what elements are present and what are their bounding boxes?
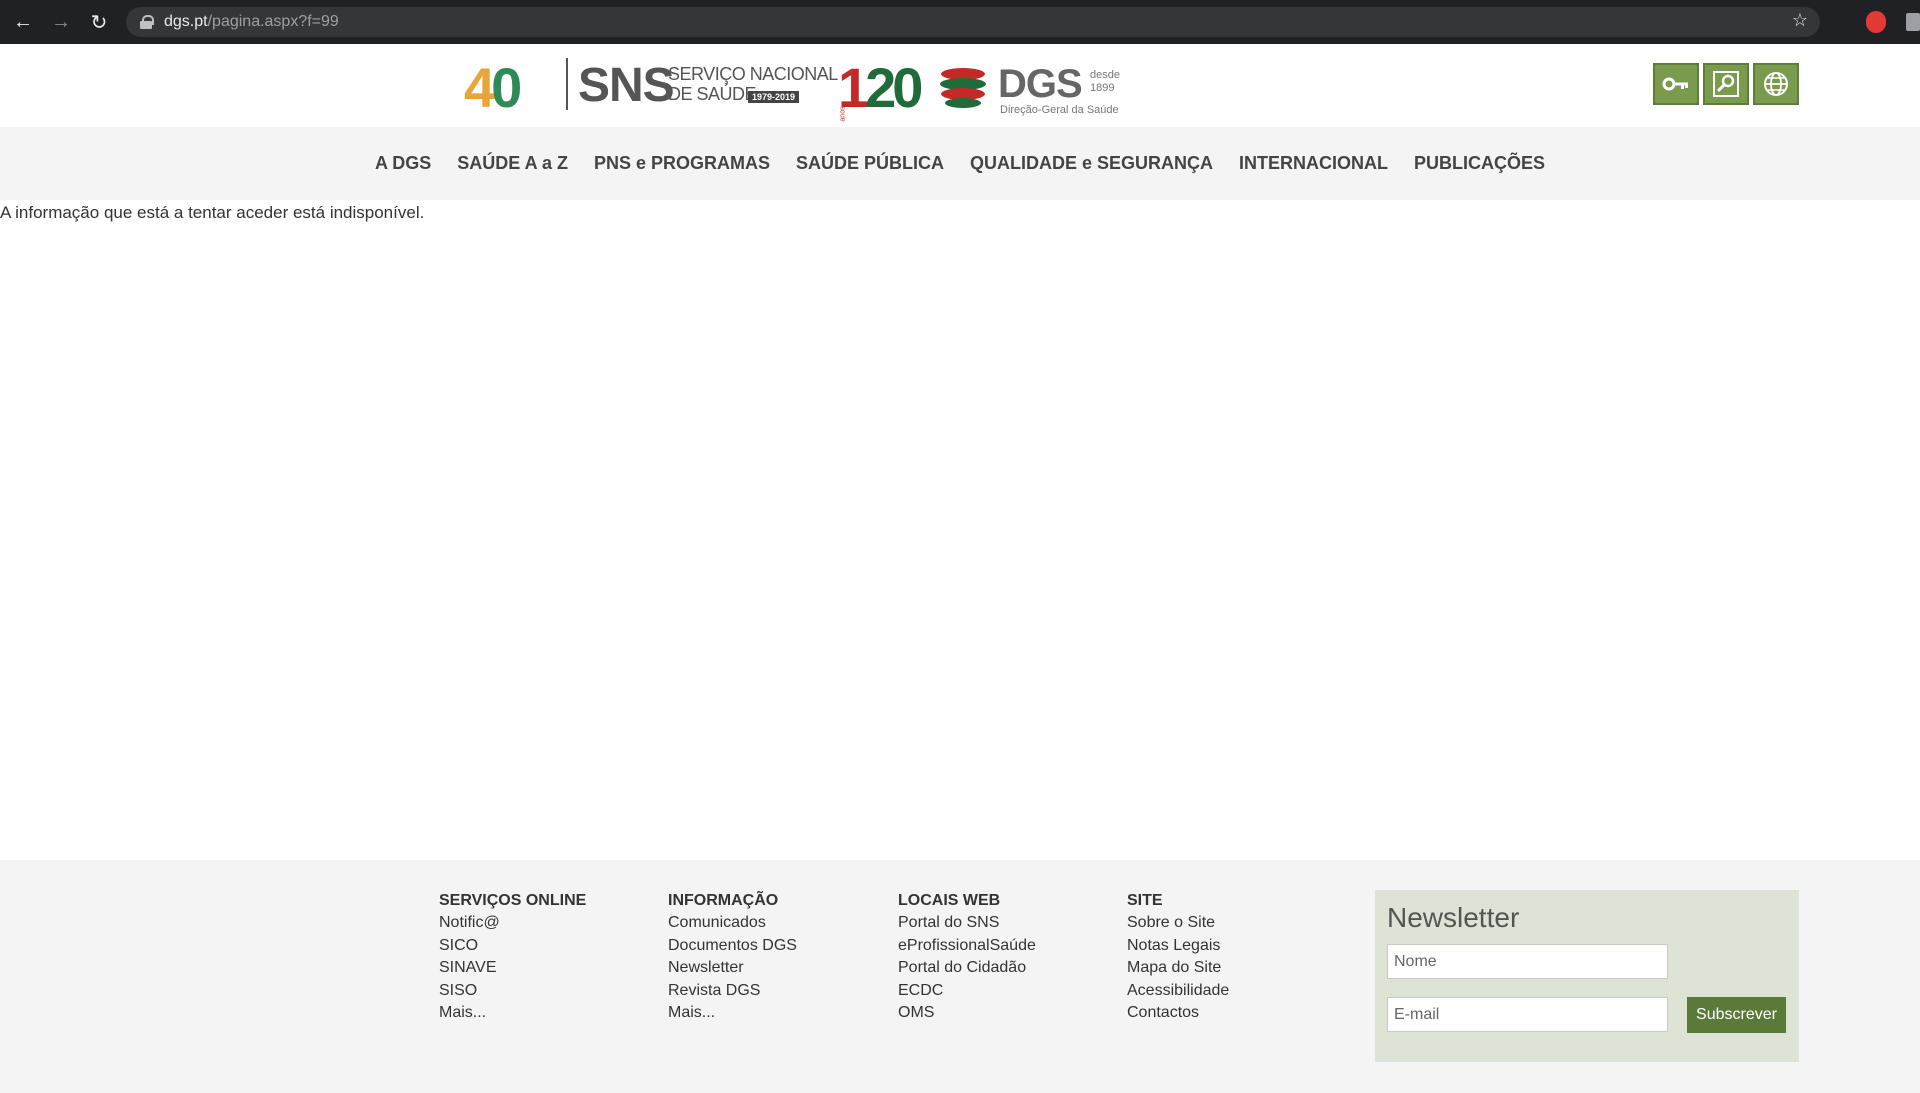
reload-icon[interactable]: ↻ — [80, 3, 118, 41]
sns-40-anos-logo[interactable]: 40 ANOS — [464, 60, 522, 140]
unavailable-notice: A informação que está a tentar aceder es… — [0, 203, 425, 222]
address-bar[interactable]: dgs.pt/pagina.aspx?f=99 ☆ — [126, 7, 1820, 37]
logo-divider — [566, 58, 568, 110]
footer-link[interactable]: Acessibilidade — [1127, 980, 1229, 1003]
nav-item-qualidade-seguranca[interactable]: QUALIDADE e SEGURANÇA — [970, 153, 1213, 174]
footer-column-servicos-online: SERVIÇOS ONLINE Notific@ SICO SINAVE SIS… — [439, 890, 586, 1025]
footer-link[interactable]: Mais... — [668, 1002, 797, 1025]
sns-subtitle-line1: SERVIÇO NACIONAL — [668, 64, 838, 84]
dgs-since-label: desde — [1090, 69, 1120, 81]
site-footer: SERVIÇOS ONLINE Notific@ SICO SINAVE SIS… — [0, 860, 1920, 1093]
dgs-logo-text[interactable]: DGS — [998, 64, 1083, 104]
search-button[interactable] — [1703, 63, 1749, 105]
footer-link[interactable]: SICO — [439, 935, 586, 958]
newsletter-title: Newsletter — [1387, 902, 1520, 933]
logo-120-anos-label: anos — [839, 106, 847, 122]
dgs-stripes-logo-icon — [940, 68, 986, 108]
nav-item-publicacoes[interactable]: PUBLICAÇÕES — [1414, 153, 1545, 174]
footer-link[interactable]: Mais... — [439, 1002, 586, 1025]
footer-link[interactable]: Notas Legais — [1127, 935, 1229, 958]
url-host: dgs.pt — [164, 13, 208, 30]
footer-link[interactable]: Sobre o Site — [1127, 912, 1229, 935]
footer-link[interactable]: SINAVE — [439, 957, 586, 980]
nav-item-internacional[interactable]: INTERNACIONAL — [1239, 153, 1388, 174]
footer-link[interactable]: Mapa do Site — [1127, 957, 1229, 980]
logo-digit-0: 0 — [491, 56, 522, 119]
nav-item-saude-publica[interactable]: SAÚDE PÚBLICA — [796, 153, 944, 174]
search-icon — [1713, 71, 1739, 97]
dgs-120-anos-logo[interactable]: 120 anos — [838, 60, 923, 122]
footer-link[interactable]: ECDC — [898, 980, 1036, 1003]
forward-icon[interactable]: → — [42, 3, 80, 41]
globe-icon — [1764, 72, 1788, 96]
footer-heading: SITE — [1127, 892, 1163, 909]
footer-link[interactable]: Comunicados — [668, 912, 797, 935]
nav-item-a-dgs[interactable]: A DGS — [375, 153, 431, 174]
logo-digits-20: 20 — [865, 56, 923, 119]
footer-link[interactable]: OMS — [898, 1002, 1036, 1025]
footer-link[interactable]: Portal do SNS — [898, 912, 1036, 935]
reload-icon-glyph: ↻ — [90, 11, 108, 34]
footer-column-informacao: INFORMAÇÃO Comunicados Documentos DGS Ne… — [668, 890, 797, 1025]
main-navigation: A DGS SAÚDE A a Z PNS e PROGRAMAS SAÚDE … — [0, 127, 1920, 200]
key-icon — [1662, 77, 1688, 91]
footer-link[interactable]: Revista DGS — [668, 980, 797, 1003]
dgs-since-year: 1899 — [1090, 82, 1115, 94]
footer-heading: SERVIÇOS ONLINE — [439, 892, 587, 909]
browser-toolbar: ← → ↻ dgs.pt/pagina.aspx?f=99 ☆ — [0, 0, 1920, 44]
footer-column-locais-web: LOCAIS WEB Portal do SNS eProfissionalSa… — [898, 890, 1036, 1025]
footer-link[interactable]: Newsletter — [668, 957, 797, 980]
nav-item-pns-programas[interactable]: PNS e PROGRAMAS — [594, 153, 770, 174]
lock-icon[interactable] — [140, 15, 154, 29]
sns-logo-text[interactable]: SNS — [578, 62, 675, 110]
footer-link[interactable]: Notific@ — [439, 912, 586, 935]
login-key-button[interactable] — [1653, 63, 1699, 105]
bookmark-star-icon[interactable]: ☆ — [1792, 10, 1808, 31]
footer-link[interactable]: Contactos — [1127, 1002, 1229, 1025]
footer-link[interactable]: Documentos DGS — [668, 935, 797, 958]
footer-link[interactable]: Portal do Cidadão — [898, 957, 1036, 980]
url-path: /pagina.aspx?f=99 — [207, 13, 339, 30]
back-icon-glyph: ← — [13, 10, 33, 33]
language-button[interactable] — [1753, 63, 1799, 105]
dgs-since: desde 1899 — [1090, 69, 1120, 95]
dgs-logo-subtitle: Direção-Geral da Saúde — [1000, 104, 1119, 116]
site-header: 40 ANOS SNS SERVIÇO NACIONAL DE SAÚDE 19… — [0, 44, 1920, 140]
newsletter-name-input[interactable] — [1387, 944, 1668, 979]
main-menu: A DGS SAÚDE A a Z PNS e PROGRAMAS SAÚDE … — [375, 153, 1545, 174]
newsletter-box: Newsletter Subscrever — [1375, 890, 1799, 1062]
footer-column-site: SITE Sobre o Site Notas Legais Mapa do S… — [1127, 890, 1229, 1025]
extension-icon-2[interactable] — [1906, 13, 1920, 31]
footer-heading: INFORMAÇÃO — [668, 892, 779, 909]
extension-icon[interactable] — [1866, 11, 1886, 33]
subscribe-button[interactable]: Subscrever — [1687, 997, 1786, 1033]
main-content: A informação que está a tentar aceder es… — [0, 200, 1920, 860]
newsletter-email-input[interactable] — [1387, 997, 1668, 1032]
sns-years-badge: 1979-2019 — [748, 91, 800, 103]
back-icon[interactable]: ← — [4, 3, 42, 41]
footer-link[interactable]: SISO — [439, 980, 586, 1003]
footer-heading: LOCAIS WEB — [898, 892, 1001, 909]
forward-icon-glyph: → — [51, 10, 71, 33]
nav-item-saude-a-z[interactable]: SAÚDE A a Z — [457, 153, 568, 174]
footer-link[interactable]: eProfissionalSaúde — [898, 935, 1036, 958]
